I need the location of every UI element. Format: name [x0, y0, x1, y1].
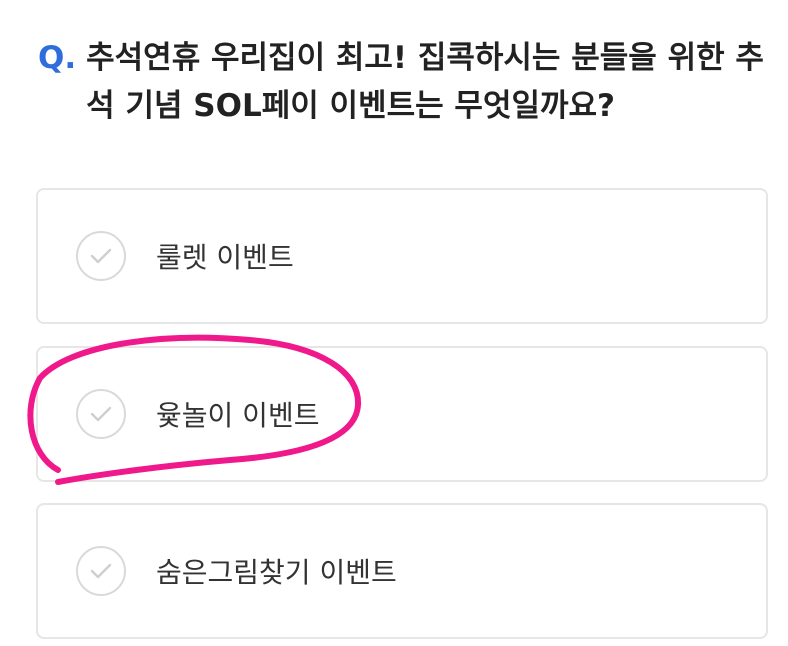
- check-circle-icon: [76, 231, 126, 281]
- answer-option-hidden-picture[interactable]: 숨은그림찾기 이벤트: [36, 503, 768, 639]
- question-text: 추석연휴 우리집이 최고! 집콕하시는 분들을 위한 추석 기념 SOL페이 이…: [86, 40, 764, 124]
- question-prefix: Q.: [38, 40, 77, 76]
- quiz-question: Q. 추석연휴 우리집이 최고! 집콕하시는 분들을 위한 추석 기념 SOL페…: [38, 34, 768, 130]
- check-circle-icon: [76, 389, 126, 439]
- answer-option-label: 룰렛 이벤트: [156, 241, 294, 274]
- answer-option-yutnori[interactable]: 윷놀이 이벤트: [36, 346, 768, 482]
- check-circle-icon: [76, 546, 126, 596]
- answer-option-roulette[interactable]: 룰렛 이벤트: [36, 188, 768, 324]
- answer-option-label: 숨은그림찾기 이벤트: [156, 556, 397, 589]
- answer-option-label: 윷놀이 이벤트: [156, 399, 320, 432]
